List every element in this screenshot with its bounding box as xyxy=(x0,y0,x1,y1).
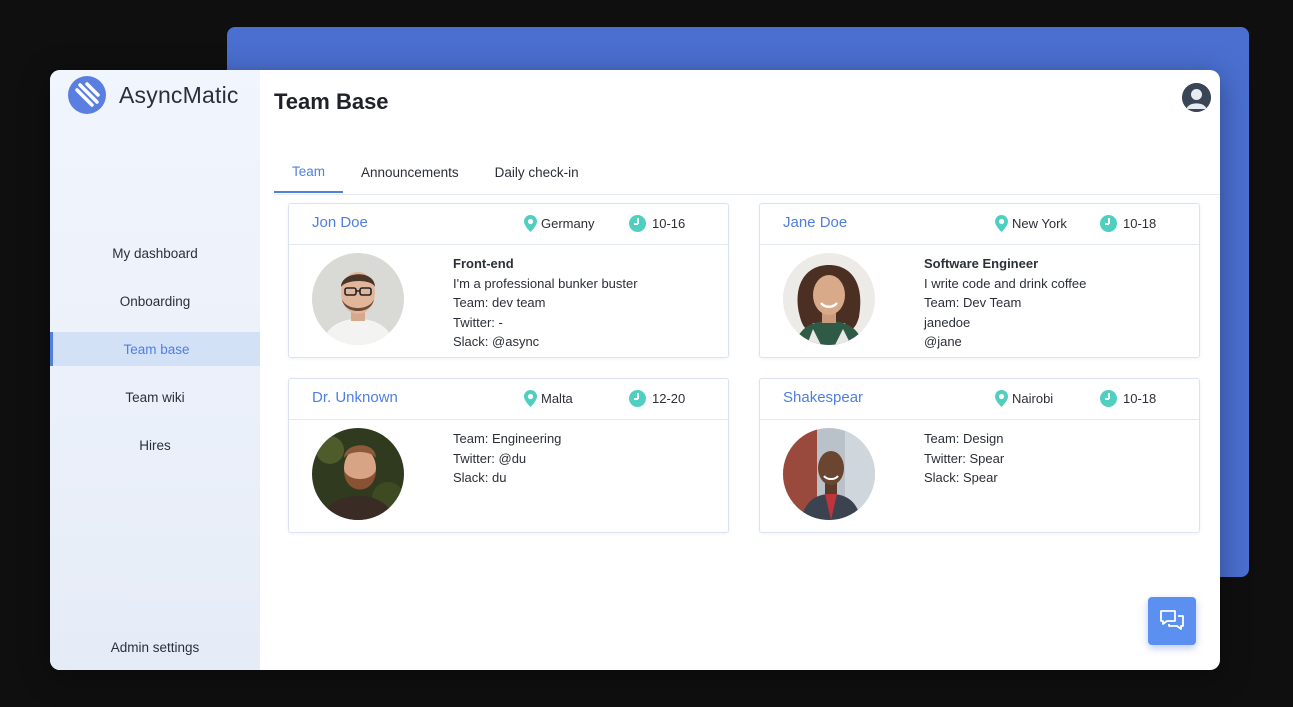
member-team: Team: Engineering xyxy=(453,431,562,446)
portrait-image xyxy=(312,428,404,520)
card-header: Jon Doe Germany 10-16 xyxy=(289,204,728,245)
member-info: Software Engineer I write code and drink… xyxy=(924,254,1086,352)
avatar-glyph xyxy=(1182,83,1211,112)
member-slack: Slack: du xyxy=(453,470,507,485)
portrait-image xyxy=(783,253,875,345)
member-slack: @jane xyxy=(924,334,962,349)
location-pin-icon xyxy=(524,390,537,407)
sidebar-item-label: My dashboard xyxy=(112,245,198,261)
sidebar-item-team-wiki[interactable]: Team wiki xyxy=(50,380,260,414)
member-hours: 10-18 xyxy=(1100,215,1156,232)
hours-label: 12-20 xyxy=(652,391,686,406)
clock-icon xyxy=(1100,215,1117,232)
tab-label: Team xyxy=(292,164,326,179)
brand[interactable]: AsyncMatic xyxy=(68,76,239,114)
member-team: Team: Design xyxy=(924,431,1004,446)
member-photo xyxy=(783,253,875,345)
member-hours: 12-20 xyxy=(629,390,685,407)
member-name[interactable]: Dr. Unknown xyxy=(312,389,398,406)
chat-button[interactable] xyxy=(1148,597,1196,645)
location-pin-icon xyxy=(995,215,1008,232)
card-header: Dr. Unknown Malta 12-20 xyxy=(289,379,728,420)
sidebar-item-label: Onboarding xyxy=(119,293,191,309)
tab-bar: Team Announcements Daily check-in xyxy=(274,152,1220,195)
app-name: AsyncMatic xyxy=(119,81,239,108)
sidebar-item-my-dashboard[interactable]: My dashboard xyxy=(50,236,260,270)
portrait-image xyxy=(783,428,875,520)
member-hours: 10-18 xyxy=(1100,390,1156,407)
member-location: Nairobi xyxy=(995,390,1053,407)
member-name[interactable]: Jon Doe xyxy=(312,214,368,231)
hours-label: 10-16 xyxy=(652,216,686,231)
sidebar-item-hires[interactable]: Hires xyxy=(50,428,260,462)
tab-label: Announcements xyxy=(361,165,459,180)
member-team: Team: Dev Team xyxy=(924,295,1022,310)
member-slack: Slack: @async xyxy=(453,334,540,349)
member-location: Malta xyxy=(524,390,573,407)
member-location: Germany xyxy=(524,215,594,232)
hours-label: 10-18 xyxy=(1123,216,1157,231)
member-team: Team: dev team xyxy=(453,295,546,310)
member-twitter: Twitter: - xyxy=(453,314,503,330)
member-photo xyxy=(312,253,404,345)
member-role: Software Engineer xyxy=(924,256,1039,271)
team-member-card[interactable]: Jane Doe New York 10-18 Software Enginee… xyxy=(759,203,1200,358)
clock-icon xyxy=(629,215,646,232)
sidebar-item-label: Hires xyxy=(139,437,171,453)
sidebar-item-label: Team wiki xyxy=(125,389,185,405)
member-bio: I'm a professional bunker buster xyxy=(453,275,638,291)
sidebar: AsyncMatic My dashboard Onboarding Team … xyxy=(50,70,260,670)
location-label: Germany xyxy=(541,216,595,231)
clock-icon xyxy=(629,390,646,407)
member-bio: I write code and drink coffee xyxy=(924,275,1087,291)
location-label: Malta xyxy=(541,391,573,406)
card-header: Jane Doe New York 10-18 xyxy=(760,204,1199,245)
sidebar-item-label: Team base xyxy=(123,341,190,357)
team-member-card[interactable]: Dr. Unknown Malta 12-20 Team: Engineerin… xyxy=(288,378,729,533)
sidebar-item-admin-settings[interactable]: Admin settings xyxy=(50,630,260,664)
page-title: Team Base xyxy=(274,89,389,114)
member-info: Team: Design Twitter: Spear Slack: Spear xyxy=(924,429,1004,488)
card-header: Shakespear Nairobi 10-18 xyxy=(760,379,1199,420)
main-content: Team Base Team Announcements Daily check… xyxy=(260,70,1220,670)
app-window: AsyncMatic My dashboard Onboarding Team … xyxy=(50,70,1220,670)
member-slack: Slack: Spear xyxy=(924,470,998,485)
tab-label: Daily check-in xyxy=(494,165,579,180)
team-member-card[interactable]: Shakespear Nairobi 10-18 Team: Design Tw… xyxy=(759,378,1200,533)
portrait-image xyxy=(312,253,404,345)
sidebar-item-label: Admin settings xyxy=(110,639,200,655)
tab-daily-check-in[interactable]: Daily check-in xyxy=(477,152,597,193)
tab-announcements[interactable]: Announcements xyxy=(343,152,477,193)
member-role: Front-end xyxy=(453,256,514,271)
chat-icon xyxy=(1160,610,1184,630)
member-hours: 10-16 xyxy=(629,215,685,232)
location-label: Nairobi xyxy=(1012,391,1054,406)
sidebar-item-team-base[interactable]: Team base xyxy=(50,332,260,366)
member-name[interactable]: Shakespear xyxy=(783,389,863,406)
sidebar-item-onboarding[interactable]: Onboarding xyxy=(50,284,260,318)
clock-icon xyxy=(1100,390,1117,407)
location-pin-icon xyxy=(524,215,537,232)
member-twitter: Twitter: Spear xyxy=(924,450,1005,466)
member-info: Team: Engineering Twitter: @du Slack: du xyxy=(453,429,561,488)
location-label: New York xyxy=(1012,216,1067,231)
location-pin-icon xyxy=(995,390,1008,407)
member-photo xyxy=(783,428,875,520)
member-twitter: janedoe xyxy=(924,314,971,330)
member-info: Front-end I'm a professional bunker bust… xyxy=(453,254,638,352)
member-location: New York xyxy=(995,215,1067,232)
tab-team[interactable]: Team xyxy=(274,152,344,193)
member-name[interactable]: Jane Doe xyxy=(783,214,847,231)
team-member-card[interactable]: Jon Doe Germany 10-16 Front-end I'm a pr… xyxy=(288,203,729,358)
user-avatar-icon[interactable] xyxy=(1182,83,1211,112)
asyncmatic-logo-icon xyxy=(68,76,106,114)
member-photo xyxy=(312,428,404,520)
member-twitter: Twitter: @du xyxy=(453,450,527,466)
hours-label: 10-18 xyxy=(1123,391,1157,406)
